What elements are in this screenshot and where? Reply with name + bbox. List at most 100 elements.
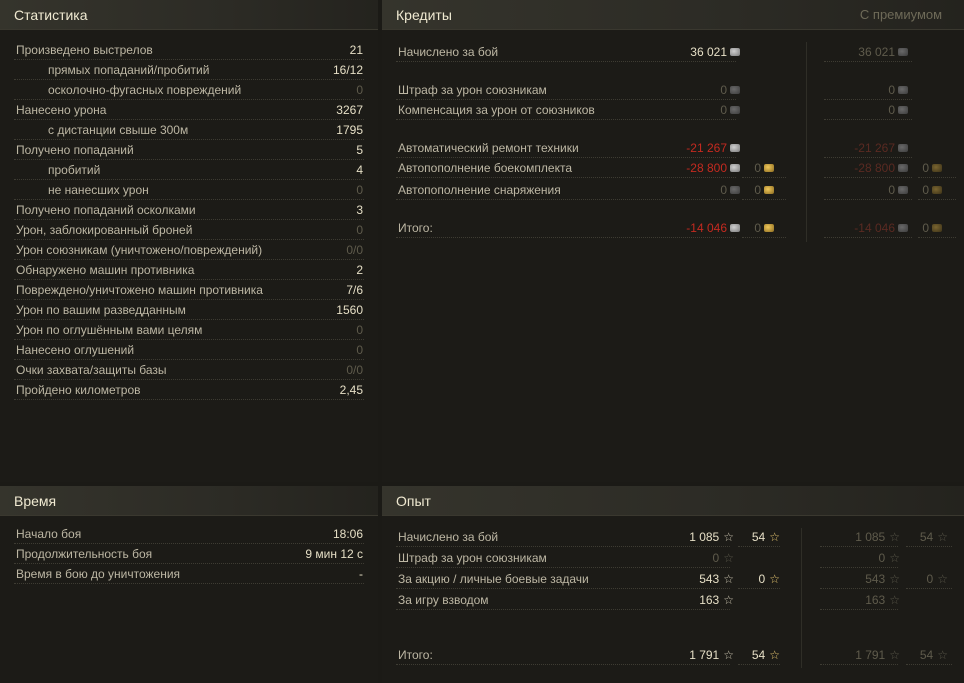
premium-credits-amount: 36 021 xyxy=(858,45,895,59)
credit-row: Начислено за бой 36 021 36 021 xyxy=(396,42,956,62)
credit-row: Штраф за урон союзникам 0 0 xyxy=(396,80,956,100)
stat-label: Обнаружено машин противника xyxy=(16,263,195,277)
experience-row: Итого: 1 791 ☆ 54 ☆ 1 791 ☆ 54 ☆ xyxy=(396,645,956,665)
credits-icon xyxy=(730,143,740,152)
premium-xp-value: 163 ☆ xyxy=(865,590,900,610)
experience-row: За акцию / личные боевые задачи 543 ☆ 0 ☆ 543… xyxy=(396,569,956,589)
gold-icon xyxy=(932,223,942,232)
stat-label: Очки захвата/защиты базы xyxy=(16,363,167,377)
credit-row: Компенсация за урон от союзников 0 0 xyxy=(396,100,956,120)
credits-icon xyxy=(730,85,740,94)
stat-value: 16/12 xyxy=(332,63,363,77)
premium-xp-value: 1 085 ☆ xyxy=(855,527,900,547)
stat-row: Очки захвата/защиты базы 0/0 xyxy=(14,360,364,380)
experience-divider xyxy=(396,590,730,610)
credits-icon xyxy=(730,163,740,172)
statistics-header: Статистика xyxy=(0,0,378,30)
premium-free-xp-amount: 54 xyxy=(919,648,934,662)
stat-row: Получено попаданий осколками 3 xyxy=(14,200,364,220)
experience-title: Опыт xyxy=(396,493,431,509)
time-label: Продолжительность боя xyxy=(16,547,153,561)
experience-divider xyxy=(396,527,730,547)
stat-value: 3267 xyxy=(336,103,363,117)
stat-label: Повреждено/уничтожено машин противника xyxy=(16,283,263,297)
premium-gold-value: 0 xyxy=(922,158,942,178)
credits-value: -28 800 xyxy=(686,158,740,178)
time-label: Время в бою до уничтожения xyxy=(16,567,181,581)
stat-value: 1560 xyxy=(336,303,363,317)
premium-gold-amount: 0 xyxy=(922,161,929,175)
time-value: 18:06 xyxy=(332,527,363,541)
premium-credits-amount: -28 800 xyxy=(854,161,895,175)
experience-divider xyxy=(396,645,730,665)
time-row: Продолжительность боя 9 мин 12 с xyxy=(14,544,364,564)
stat-label: пробитий xyxy=(48,163,101,177)
star-icon: ☆ xyxy=(723,530,734,544)
experience-row: За игру взводом 163 ☆ 163 ☆ xyxy=(396,590,956,610)
star-icon: ☆ xyxy=(723,648,734,662)
premium-credits-value: 0 xyxy=(888,180,908,200)
premium-credits-value: -21 267 xyxy=(854,138,908,158)
gold-value: 0 xyxy=(754,158,774,178)
xp-amount: 1 085 xyxy=(689,530,720,544)
experience-header: Опыт xyxy=(382,486,964,516)
free-xp-amount: 54 xyxy=(751,648,766,662)
stat-row: с дистанции свыше 300м 1795 xyxy=(14,120,364,140)
premium-xp-amount: 0 xyxy=(878,551,886,565)
gold-value: 0 xyxy=(754,218,774,238)
experience-divider xyxy=(396,548,730,568)
credit-row: Автопополнение боекомплекта -28 800 0 -28 8… xyxy=(396,158,956,178)
premium-credits-value: 36 021 xyxy=(858,42,908,62)
premium-credits-amount: 0 xyxy=(888,103,895,117)
credits-amount: 36 021 xyxy=(690,45,727,59)
credits-value: 0 xyxy=(720,80,740,100)
star-icon: ☆ xyxy=(889,572,900,586)
credits-value: 36 021 xyxy=(690,42,740,62)
premium-xp-amount: 163 xyxy=(865,593,886,607)
gold-amount: 0 xyxy=(754,221,761,235)
premium-column-header: С премиумом xyxy=(859,7,943,22)
credit-divider xyxy=(396,180,736,200)
credits-amount: -28 800 xyxy=(686,161,727,175)
stat-label: Произведено выстрелов xyxy=(16,43,153,57)
credit-divider xyxy=(396,100,736,120)
credits-icon xyxy=(898,163,908,172)
premium-credits-value: 0 xyxy=(888,100,908,120)
premium-xp-amount: 543 xyxy=(865,572,886,586)
time-value: - xyxy=(359,567,363,581)
credits-amount: 0 xyxy=(720,83,727,97)
stat-row: Урон союзникам (уничтожено/повреждений) 0… xyxy=(14,240,364,260)
credits-icon xyxy=(730,185,740,194)
credits-panel: Кредиты С премиумом Начислено за бой 36 0… xyxy=(382,0,964,482)
star-icon: ☆ xyxy=(723,551,734,565)
premium-free-xp-amount: 54 xyxy=(919,530,934,544)
stat-value: 0/0 xyxy=(346,363,363,377)
credits-amount: -21 267 xyxy=(686,141,727,155)
xp-value: 0 ☆ xyxy=(713,548,734,568)
credits-amount: 0 xyxy=(720,183,727,197)
credits-value: -21 267 xyxy=(686,138,740,158)
stat-value: 0/0 xyxy=(346,243,363,257)
xp-value: 1 085 ☆ xyxy=(689,527,734,547)
stat-value: 0 xyxy=(356,83,363,97)
star-icon: ☆ xyxy=(889,530,900,544)
premium-credits-value: -14 046 xyxy=(854,218,908,238)
premium-free-xp-value: 0 ☆ xyxy=(927,569,948,589)
credits-value: 0 xyxy=(720,100,740,120)
stat-value: 4 xyxy=(356,163,363,177)
premium-xp-value: 1 791 ☆ xyxy=(855,645,900,665)
stat-label: Урон, заблокированный броней xyxy=(16,223,193,237)
free-xp-amount: 54 xyxy=(751,530,766,544)
stat-row: Урон по оглушённым вами целям 0 xyxy=(14,320,364,340)
xp-amount: 0 xyxy=(712,551,720,565)
xp-amount: 163 xyxy=(699,593,720,607)
credit-divider xyxy=(396,138,736,158)
time-row: Время в бою до уничтожения - xyxy=(14,564,364,584)
credit-divider xyxy=(396,42,736,62)
stat-value: 1795 xyxy=(336,123,363,137)
statistics-title: Статистика xyxy=(14,7,88,23)
time-title: Время xyxy=(14,493,57,509)
free-star-icon: ☆ xyxy=(937,530,948,544)
stat-row: пробитий 4 xyxy=(14,160,364,180)
premium-free-xp-value: 54 ☆ xyxy=(920,527,948,547)
